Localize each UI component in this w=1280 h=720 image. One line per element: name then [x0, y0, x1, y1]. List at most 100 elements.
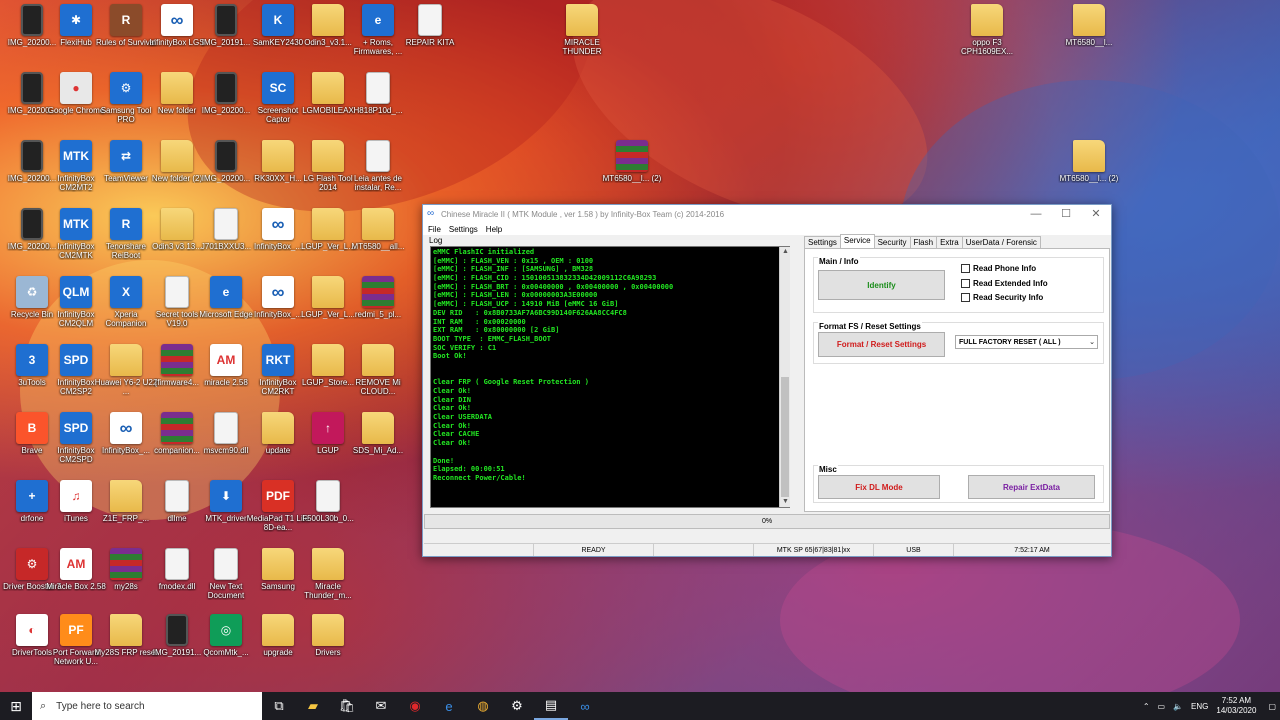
start-button[interactable]: ⊞ [0, 692, 32, 720]
log-line: Reconnect Power/Cable! [433, 473, 526, 482]
checkbox-box[interactable] [961, 293, 970, 302]
desktop-icon[interactable]: MT6580__l... [1057, 4, 1121, 68]
desktop-icon-label: MT6580__l... [1065, 38, 1113, 47]
read-phone-info-checkbox[interactable]: Read Phone Info [961, 264, 1036, 273]
read-security-info-checkbox[interactable]: Read Security Info [961, 293, 1043, 302]
file-icon [165, 276, 189, 308]
reset-mode-select[interactable]: FULL FACTORY RESET ( ALL ) ⌄ [955, 335, 1098, 349]
desktop-icon[interactable]: oppo F3 CPH1609EX... [955, 4, 1019, 68]
fix-dl-mode-button[interactable]: Fix DL Mode [818, 475, 940, 499]
edge-icon[interactable]: e [432, 692, 466, 720]
phone-icon [215, 72, 237, 104]
menu-help[interactable]: Help [486, 225, 502, 234]
desktop-icon[interactable]: redmi_5_pl... [346, 276, 410, 340]
format-reset-button[interactable]: Format / Reset Settings [818, 332, 945, 357]
tab-flash[interactable]: Flash [909, 236, 938, 248]
tab-settings[interactable]: Settings [804, 236, 841, 248]
desktop-icon[interactable]: MT6580__l... (2) [1057, 140, 1121, 204]
log-console[interactable]: eMMC FlashIC initialized [eMMC] : FLASH_V… [430, 246, 790, 508]
infinity-icon: ∞ [110, 412, 142, 444]
desktop-icon[interactable]: REMOVE Mi CLOUD... [346, 344, 410, 408]
desktop-icon[interactable]: Drivers [296, 614, 360, 678]
blue-icon: e [210, 276, 242, 308]
checkbox-box[interactable] [961, 264, 970, 273]
pdf-icon: PDF [262, 480, 294, 512]
blue-icon: ⇄ [110, 140, 142, 172]
chevron-down-icon[interactable]: ⌄ [1089, 338, 1095, 346]
desktop-icon-label: H818P10d_... [353, 106, 403, 115]
window-title: Chinese Miracle II ( MTK Module , ver 1.… [441, 209, 725, 219]
scroll-thumb[interactable] [781, 377, 789, 497]
file-icon [418, 4, 442, 36]
maximize-button[interactable]: ☐ [1051, 205, 1081, 223]
status-cell-empty [654, 544, 754, 556]
log-scrollbar[interactable]: ▲ ▼ [779, 247, 790, 507]
desktop-icon[interactable]: Leia antes de instalar, Re... [346, 140, 410, 204]
desktop-icon[interactable]: F500L30b_0... [296, 480, 360, 544]
clock[interactable]: 7:52 AM 14/03/2020 [1216, 696, 1256, 716]
menu-settings[interactable]: Settings [449, 225, 478, 234]
misc-group: Misc Fix DL Mode Repair ExtData [813, 465, 1104, 503]
lgup-icon: ↑ [312, 412, 344, 444]
desktop-icon[interactable]: MIRACLE THUNDER [550, 4, 614, 68]
tab-security[interactable]: Security [873, 236, 911, 248]
status-bar: READY MTK SP 65|67|83|81|xx USB 7:52:17 … [424, 543, 1110, 556]
rar-icon [616, 140, 648, 172]
checkbox-label: Read Phone Info [973, 264, 1037, 273]
folder-icon [971, 4, 1003, 36]
explorer-icon[interactable]: ▰ [296, 692, 330, 720]
status-cell-empty [424, 544, 534, 556]
checkbox-label: Read Security Info [973, 293, 1044, 302]
desktop-icon[interactable]: MT6580__all... [346, 208, 410, 272]
chinese-miracle-icon[interactable]: ▤ [534, 692, 568, 720]
blue-icon: MTK [60, 140, 92, 172]
window-titlebar[interactable]: ∞ Chinese Miracle II ( MTK Module , ver … [423, 205, 1111, 223]
network-icon[interactable]: ▭ [1158, 702, 1166, 711]
desktop-icon[interactable]: MT6580__l... (2) [600, 140, 664, 204]
status-chip: MTK SP 65|67|83|81|xx [754, 544, 874, 556]
settings-icon[interactable]: ⚙ [500, 692, 534, 720]
file-icon [366, 140, 390, 172]
folder-icon [312, 548, 344, 580]
close-button[interactable]: ✕ [1081, 205, 1111, 223]
read-extended-info-checkbox[interactable]: Read Extended Info [961, 279, 1048, 288]
folder-icon [161, 140, 193, 172]
blue-icon: R [110, 208, 142, 240]
file-icon [316, 480, 340, 512]
minimize-button[interactable]: — [1021, 205, 1051, 223]
chrome-icon[interactable]: ◍ [466, 692, 500, 720]
identify-button[interactable]: Identify [818, 270, 945, 300]
desktop-icon-label: redmi_5_pl... [354, 310, 402, 319]
mail-icon[interactable]: ✉ [364, 692, 398, 720]
language-indicator[interactable]: ENG [1191, 702, 1208, 711]
tab-service[interactable]: Service [839, 234, 875, 248]
desktop-icon[interactable]: REPAIR KITA [398, 4, 462, 68]
taskbar-search[interactable]: ⌕ Type here to search [32, 692, 262, 720]
clock-time: 7:52 AM [1221, 696, 1252, 705]
notifications-icon[interactable]: ▢ [1268, 702, 1276, 711]
chevron-up-icon[interactable]: ⌃ [1143, 702, 1150, 711]
folder-icon [110, 614, 142, 646]
log-line: Clear Ok! [433, 404, 471, 413]
scroll-down-icon[interactable]: ▼ [780, 497, 791, 507]
folder-icon [161, 72, 193, 104]
checkbox-box[interactable] [961, 279, 970, 288]
format-reset-title: Format FS / Reset Settings [818, 322, 922, 331]
desktop-icon[interactable]: H818P10d_... [346, 72, 410, 136]
task-view-icon[interactable]: ⧉ [262, 692, 296, 720]
scroll-up-icon[interactable]: ▲ [780, 247, 791, 257]
desktop-icon[interactable]: SDS_Mi_Ad... [346, 412, 410, 476]
log-label: Log [429, 236, 443, 245]
opera-icon[interactable]: ◉ [398, 692, 432, 720]
blue-icon: K [262, 4, 294, 36]
menu-file[interactable]: File [428, 225, 441, 234]
tab-userdata-forensic[interactable]: UserData / Forensic [961, 236, 1041, 248]
tab-extra[interactable]: Extra [936, 236, 963, 248]
repair-extdata-button[interactable]: Repair ExtData [968, 475, 1095, 499]
infinity-icon[interactable]: ∞ [568, 692, 602, 720]
volume-icon[interactable]: 🔈 [1173, 702, 1183, 711]
file-icon [165, 548, 189, 580]
file-icon [165, 480, 189, 512]
desktop-icon[interactable]: Miracle Thunder_m... [296, 548, 360, 612]
store-icon[interactable]: 🛍 [330, 692, 364, 720]
